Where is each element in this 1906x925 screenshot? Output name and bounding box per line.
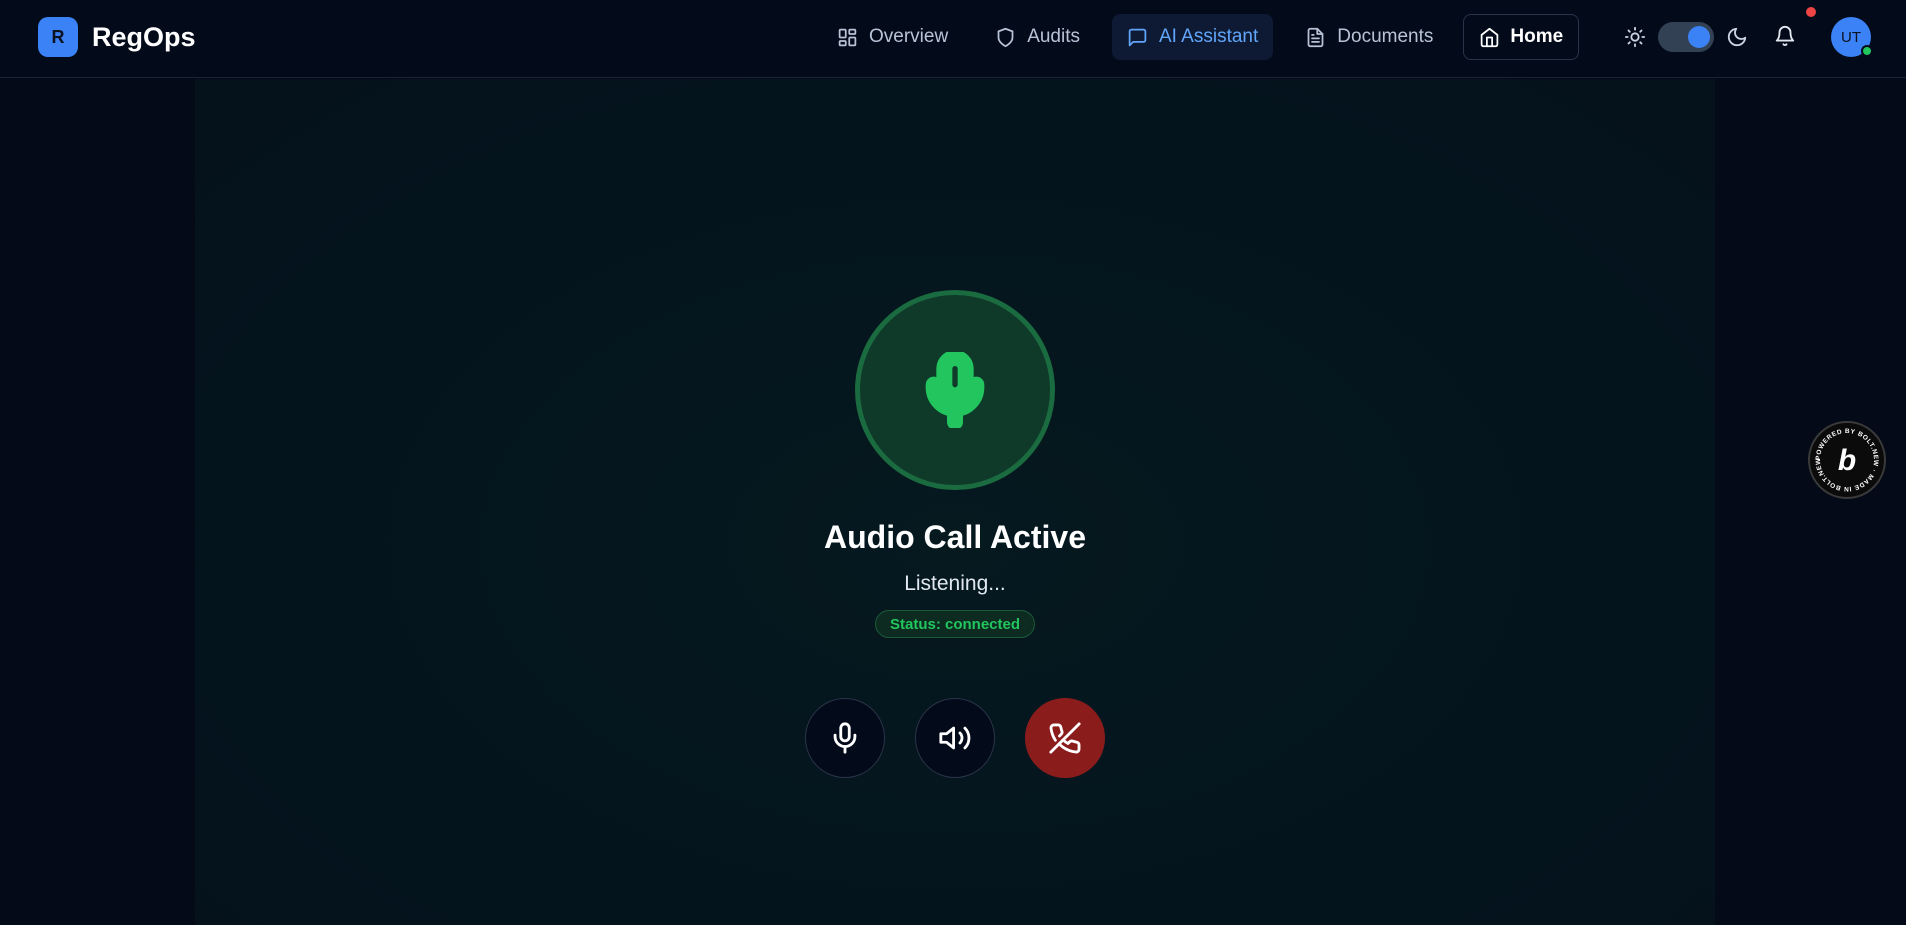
shield-icon [997,27,1014,47]
bolt-logo-icon: POWERED BY BOLT.NEW · MADE IN BOLT.NEW b [1815,428,1879,492]
mic-icon [925,352,985,428]
message-square-icon [1128,28,1147,46]
theme-toggle-knob [1688,26,1710,48]
volume-icon [939,726,971,750]
brand[interactable]: R RegOps [38,17,196,57]
nav-item-label: Documents [1337,26,1434,47]
call-subtitle: Listening... [904,572,1006,595]
home-icon [1481,27,1499,47]
main-nav: Overview Audits AI Assistant Documents H… [822,14,1580,60]
mute-button[interactable] [805,698,885,778]
powered-by-bolt-badge[interactable]: POWERED BY BOLT.NEW · MADE IN BOLT.NEW b [1808,421,1886,499]
layout-grid-icon [838,28,857,46]
nav-item-label: Overview [869,26,949,47]
hang-up-button[interactable] [1025,698,1105,778]
nav-item-ai-assistant[interactable]: AI Assistant [1112,14,1274,60]
theme-switcher [1624,22,1748,52]
theme-toggle[interactable] [1658,22,1714,52]
nav-item-audits[interactable]: Audits [980,14,1095,60]
badge-letter: b [1838,444,1856,477]
moon-icon [1727,27,1747,47]
active-mic-indicator [855,290,1055,490]
phone-off-icon [1049,722,1081,754]
nav-item-label: AI Assistant [1159,26,1259,47]
call-title: Audio Call Active [824,519,1086,555]
top-navbar: R RegOps Overview Audits AI Assistant Do… [0,0,1906,78]
notification-dot [1806,7,1816,17]
bell-icon [1775,26,1795,47]
avatar-initials: UT [1841,28,1861,46]
nav-item-label: Audits [1027,26,1080,47]
online-indicator [1861,45,1873,57]
file-text-icon [1307,27,1324,47]
home-button[interactable]: Home [1463,14,1580,60]
notifications-button[interactable] [1774,25,1796,52]
sun-icon [1624,26,1646,48]
nav-item-overview[interactable]: Overview [822,14,963,60]
home-button-label: Home [1510,26,1564,47]
audio-call-panel: Audio Call Active Listening... Status: c… [195,79,1715,925]
brand-logo: R [38,17,78,57]
nav-item-documents[interactable]: Documents [1290,14,1448,60]
brand-name: RegOps [92,21,196,52]
status-badge: Status: connected [875,610,1035,638]
speaker-button[interactable] [915,698,995,778]
user-avatar[interactable]: UT [1831,17,1873,57]
mic-icon [833,722,857,754]
